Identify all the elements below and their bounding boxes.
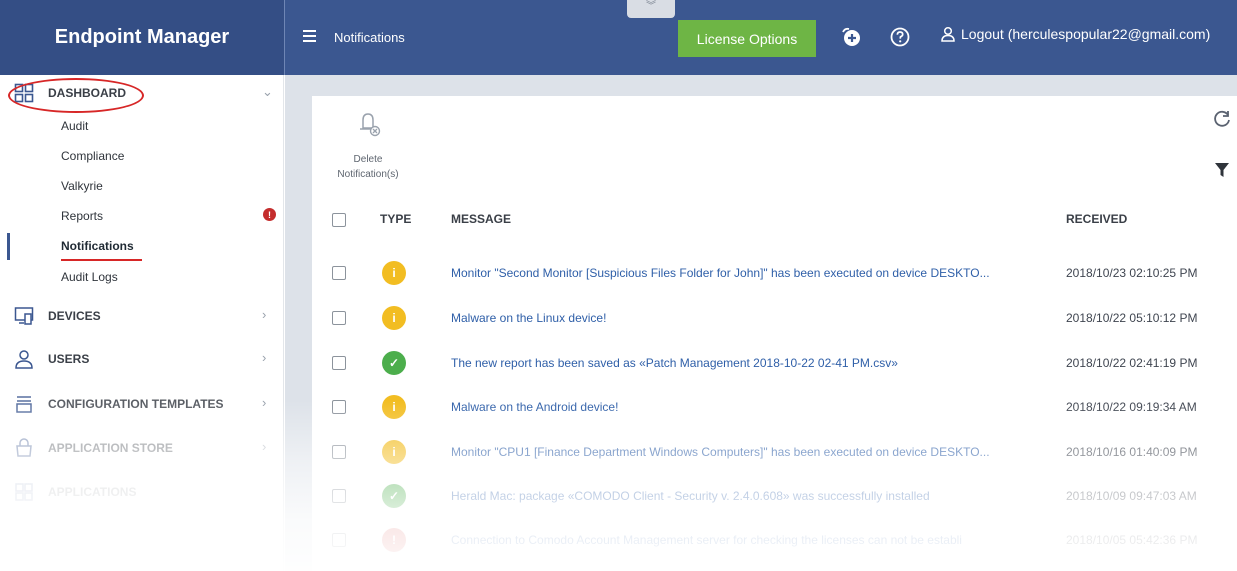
info-icon: i	[382, 395, 406, 419]
sidebar-item-label: APPLICATION STORE	[48, 441, 173, 455]
page-title: Notifications	[334, 30, 405, 45]
divider	[284, 0, 285, 75]
sidebar-item-label: DEVICES	[48, 309, 101, 323]
row-checkbox[interactable]	[332, 445, 346, 459]
table-row-message[interactable]: Monitor "CPU1 [Finance Department Window…	[451, 445, 990, 459]
table-row-received: 2018/10/09 09:47:03 AM	[1066, 489, 1197, 503]
apps-icon	[15, 483, 33, 501]
logout-link[interactable]: Logout (herculespopular22@gmail.com)	[940, 26, 1210, 42]
sidebar-item-label: USERS	[48, 352, 90, 366]
user-icon	[941, 26, 955, 42]
sidebar-subitem-audit-logs[interactable]: Audit Logs	[61, 270, 118, 284]
store-icon	[16, 438, 32, 457]
column-header-message[interactable]: MESSAGE	[451, 212, 511, 226]
table-row-message[interactable]: Malware on the Android device!	[451, 400, 618, 414]
sidebar-item-applications[interactable]: APPLICATIONS	[14, 480, 136, 504]
collapse-handle-icon[interactable]: ︾	[627, 0, 675, 18]
table-row-message[interactable]: Malware on the Linux device!	[451, 311, 606, 325]
sidebar-subitem-audit[interactable]: Audit	[61, 119, 88, 133]
info-icon: i	[382, 306, 406, 330]
info-icon: i	[382, 440, 406, 464]
row-checkbox[interactable]	[332, 311, 346, 325]
success-check-icon: ✓	[382, 484, 406, 508]
column-header-type[interactable]: TYPE	[380, 212, 411, 226]
sidebar-item-users[interactable]: USERS	[14, 347, 89, 371]
template-icon	[16, 396, 32, 413]
add-notification-icon[interactable]	[840, 26, 862, 48]
chevron-right-icon[interactable]: ›	[262, 350, 266, 365]
license-options-button[interactable]: License Options	[678, 20, 816, 57]
table-row-received: 2018/10/23 02:10:25 PM	[1066, 266, 1198, 280]
top-bar: Endpoint Manager Notifications ︾ License…	[0, 0, 1237, 75]
row-checkbox[interactable]	[332, 533, 346, 547]
chevron-down-icon[interactable]: ⌄	[262, 84, 273, 100]
active-indicator	[7, 233, 10, 260]
annotation-underline	[61, 259, 142, 261]
sidebar-item-devices[interactable]: DEVICES	[14, 304, 101, 328]
info-icon: i	[382, 261, 406, 285]
select-all-checkbox[interactable]	[332, 213, 346, 227]
filter-icon[interactable]	[1214, 162, 1230, 178]
sidebar-subitem-reports[interactable]: Reports	[61, 209, 103, 223]
delete-notification-icon[interactable]	[355, 110, 381, 138]
error-icon: !	[382, 528, 406, 552]
table-row-received: 2018/10/05 05:42:36 PM	[1066, 533, 1198, 547]
success-check-icon: ✓	[382, 351, 406, 375]
logout-label: Logout (herculespopular22@gmail.com)	[961, 26, 1211, 42]
table-row-received: 2018/10/22 09:19:34 AM	[1066, 400, 1197, 414]
column-header-received[interactable]: RECEIVED	[1066, 212, 1127, 226]
table-row-message[interactable]: The new report has been saved as «Patch …	[451, 356, 898, 370]
row-checkbox[interactable]	[332, 356, 346, 370]
refresh-icon[interactable]	[1212, 109, 1232, 129]
sidebar-item-label: CONFIGURATION TEMPLATES	[48, 397, 224, 411]
table-row-message[interactable]: Connection to Comodo Account Management …	[451, 533, 962, 547]
chevron-right-icon[interactable]: ›	[262, 307, 266, 322]
row-checkbox[interactable]	[332, 266, 346, 280]
sidebar-item-configuration-templates[interactable]: CONFIGURATION TEMPLATES	[14, 392, 224, 416]
sidebar-item-application-store[interactable]: APPLICATION STORE	[14, 436, 173, 460]
sidebar-item-label: APPLICATIONS	[48, 485, 137, 499]
table-row-received: 2018/10/16 01:40:09 PM	[1066, 445, 1198, 459]
table-row-received: 2018/10/22 05:10:12 PM	[1066, 311, 1198, 325]
devices-icon	[14, 307, 34, 325]
table-row-message[interactable]: Herald Mac: package «COMODO Client - Sec…	[451, 489, 930, 503]
reports-alert-badge: !	[263, 208, 276, 221]
delete-label-line1: Delete	[353, 154, 383, 165]
delete-label-line2: Notification(s)	[337, 169, 399, 180]
chevron-right-icon[interactable]: ›	[262, 439, 266, 454]
row-checkbox[interactable]	[332, 489, 346, 503]
row-checkbox[interactable]	[332, 400, 346, 414]
app-title[interactable]: Endpoint Manager	[0, 0, 284, 75]
annotation-circle	[8, 78, 144, 113]
sidebar-subitem-notifications[interactable]: Notifications	[61, 239, 134, 253]
help-icon[interactable]	[889, 26, 911, 48]
chevron-right-icon[interactable]: ›	[262, 395, 266, 410]
sidebar-subitem-compliance[interactable]: Compliance	[61, 149, 124, 163]
table-row-received: 2018/10/22 02:41:19 PM	[1066, 356, 1198, 370]
delete-notifications-button[interactable]: Delete Notification(s)	[326, 152, 410, 182]
user-icon	[15, 350, 33, 369]
table-row-message[interactable]: Monitor "Second Monitor [Suspicious File…	[451, 266, 990, 280]
sidebar-subitem-valkyrie[interactable]: Valkyrie	[61, 179, 103, 193]
menu-icon[interactable]	[303, 30, 316, 42]
